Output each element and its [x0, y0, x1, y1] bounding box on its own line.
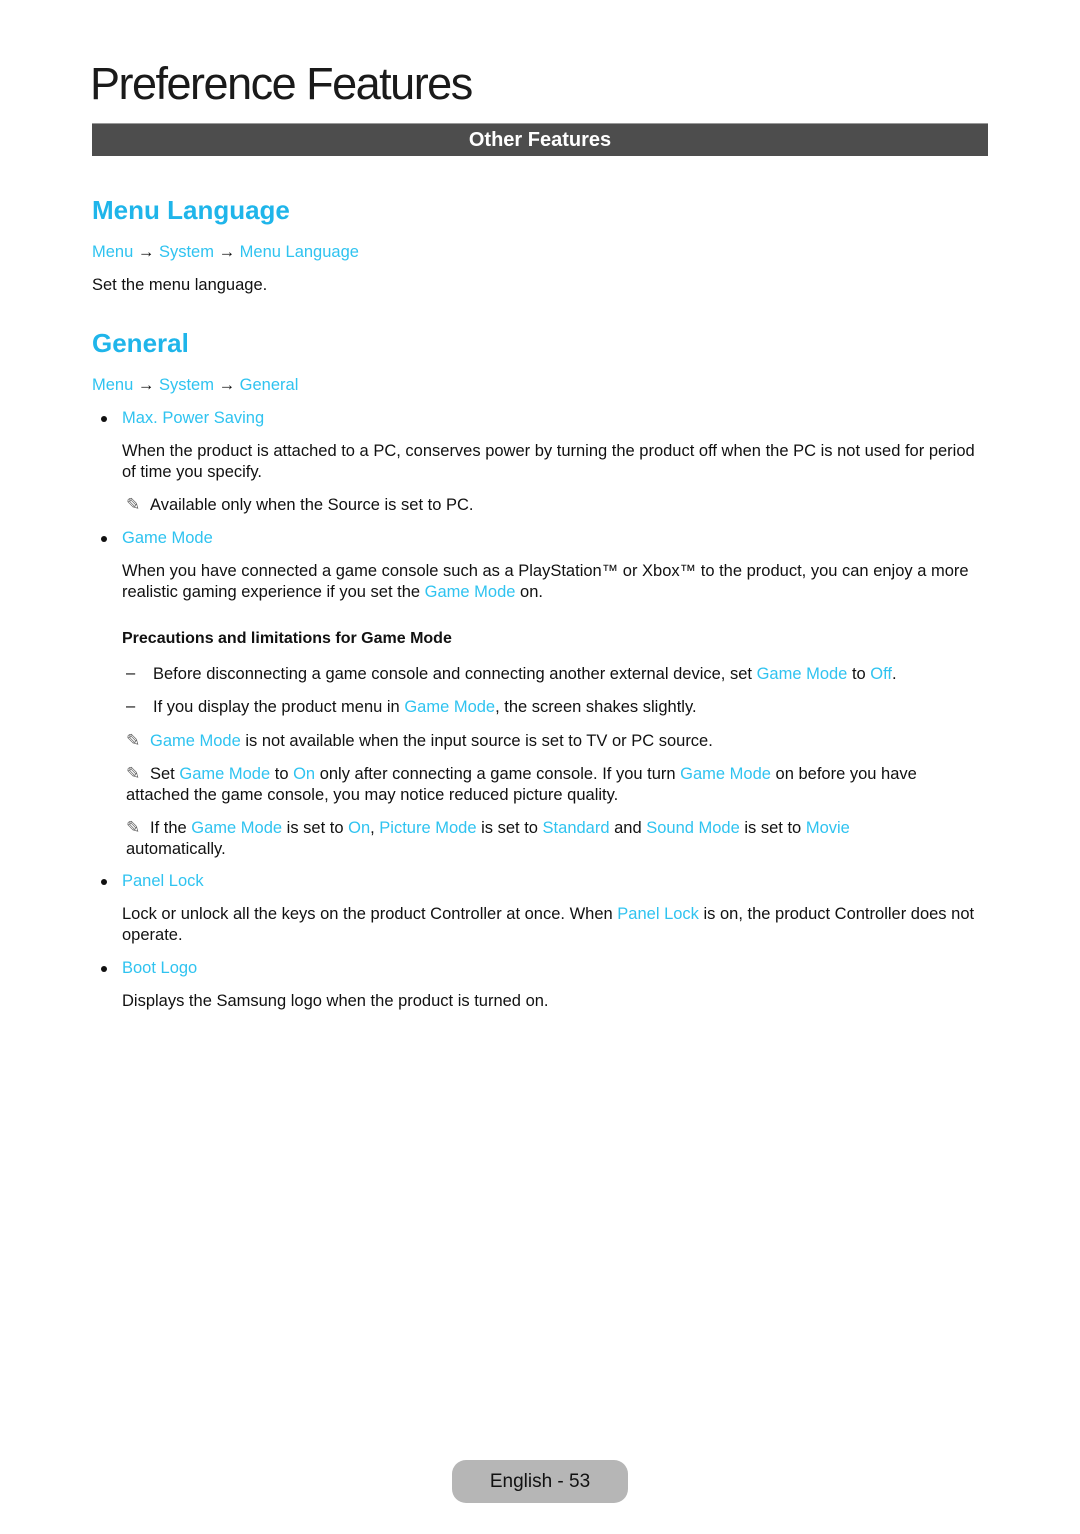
precautions-title: Precautions and limitations for Game Mod…	[122, 630, 452, 647]
breadcrumb-menu[interactable]: Menu	[92, 376, 133, 394]
bullet-icon	[101, 536, 107, 542]
note-pencil-icon: ✎	[126, 731, 141, 750]
link-panel-lock[interactable]: Panel Lock	[617, 905, 699, 923]
game-mode-note-2: ✎ Set Game Mode to On only after connecti…	[126, 763, 976, 806]
game-mode-note-1: ✎ Game Mode is not available when the inp…	[126, 730, 713, 752]
link-game-mode[interactable]: Game Mode	[179, 765, 270, 783]
note-pencil-icon: ✎	[126, 764, 141, 783]
link-standard[interactable]: Standard	[543, 819, 610, 837]
link-off[interactable]: Off	[870, 665, 892, 683]
arrow-icon: →	[218, 376, 236, 394]
precaution-1: Before disconnecting a game console and …	[153, 664, 897, 685]
link-game-mode[interactable]: Game Mode	[757, 665, 848, 683]
text: is set to	[476, 819, 543, 837]
link-picture-mode[interactable]: Picture Mode	[379, 819, 476, 837]
text: If you display the product menu in	[153, 698, 405, 716]
precaution-2: If you display the product menu in Game …	[153, 697, 697, 718]
max-power-saving-description: When the product is attached to a PC, co…	[122, 442, 975, 481]
breadcrumb-menu[interactable]: Menu	[92, 243, 133, 261]
general-breadcrumb: Menu → System → General	[92, 375, 298, 396]
text: is not available when the input source i…	[240, 732, 713, 750]
general-heading: General	[92, 328, 189, 358]
link-game-mode[interactable]: Game Mode	[425, 583, 516, 601]
game-mode-note-3: ✎ If the Game Mode is set to On, Picture …	[126, 817, 946, 860]
text: Set	[150, 765, 180, 783]
max-power-saving-note: ✎ Available only when the Source is set t…	[126, 494, 473, 516]
bullet-icon	[101, 416, 107, 422]
item-game-mode[interactable]: Game Mode	[122, 528, 213, 549]
menu-language-heading: Menu Language	[92, 195, 290, 225]
item-boot-logo[interactable]: Boot Logo	[122, 958, 197, 979]
link-on[interactable]: On	[293, 765, 315, 783]
link-sound-mode[interactable]: Sound Mode	[646, 819, 740, 837]
breadcrumb-general[interactable]: General	[240, 376, 299, 394]
panel-lock-description: Lock or unlock all the keys on the produ…	[122, 904, 988, 946]
text: When you have connected a game console s…	[122, 562, 969, 601]
note-pencil-icon: ✎	[126, 818, 141, 837]
arrow-icon: →	[137, 243, 155, 261]
link-game-mode[interactable]: Game Mode	[680, 765, 771, 783]
text: on.	[515, 583, 543, 601]
menu-language-description: Set the menu language.	[92, 276, 268, 294]
dash-icon: –	[126, 697, 136, 715]
boot-logo-description: Displays the Samsung logo when the produ…	[122, 992, 549, 1010]
breadcrumb-menu-language[interactable]: Menu Language	[240, 243, 359, 261]
item-panel-lock[interactable]: Panel Lock	[122, 871, 204, 892]
text: , the screen shakes slightly.	[495, 698, 697, 716]
arrow-icon: →	[137, 376, 155, 394]
text: Lock or unlock all the keys on the produ…	[122, 905, 618, 923]
link-game-mode[interactable]: Game Mode	[191, 819, 282, 837]
game-mode-description: When you have connected a game console s…	[122, 561, 992, 603]
text: automatically.	[126, 840, 226, 858]
text: is set to	[282, 819, 349, 837]
text: only after connecting a game console. If…	[315, 765, 681, 783]
breadcrumb-system[interactable]: System	[159, 376, 214, 394]
arrow-icon: →	[218, 243, 236, 261]
text: Before disconnecting a game console and …	[153, 665, 757, 683]
item-max-power-saving[interactable]: Max. Power Saving	[122, 408, 264, 429]
text: is set to	[739, 819, 806, 837]
section-header: Other Features	[92, 123, 988, 156]
note-pencil-icon: ✎	[126, 495, 141, 514]
link-game-mode[interactable]: Game Mode	[404, 698, 495, 716]
text: to	[270, 765, 294, 783]
text: to	[847, 665, 871, 683]
breadcrumb-system[interactable]: System	[159, 243, 214, 261]
text: .	[892, 665, 897, 683]
dash-icon: –	[126, 664, 136, 682]
text: ,	[370, 819, 380, 837]
page-number-badge: English - 53	[452, 1460, 628, 1503]
text: If the	[150, 819, 192, 837]
link-game-mode[interactable]: Game Mode	[150, 732, 241, 750]
text: and	[609, 819, 647, 837]
bullet-icon	[101, 966, 107, 972]
page-title: Preference Features	[90, 58, 473, 109]
bullet-icon	[101, 879, 107, 885]
menu-language-breadcrumb: Menu → System → Menu Language	[92, 242, 359, 263]
link-on[interactable]: On	[348, 819, 370, 837]
note-text: Available only when the Source is set to…	[150, 496, 474, 514]
link-movie[interactable]: Movie	[806, 819, 850, 837]
